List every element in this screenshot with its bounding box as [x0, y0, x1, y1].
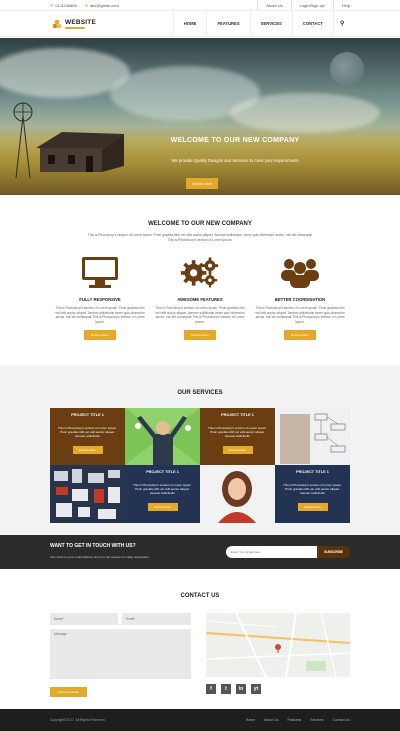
- contact-title: CONTACT US: [180, 593, 220, 599]
- service-tile[interactable]: PROJECT TITLE 1 This is Photoshop's vers…: [125, 465, 200, 523]
- hero-title: WELCOME TO OUR NEW COMPANY: [170, 137, 300, 144]
- footer-link-services[interactable]: Services: [310, 718, 323, 722]
- hero-explore-button[interactable]: Explore More: [186, 178, 218, 189]
- newsletter-bar: WANT TO GET IN TOUCH WITH US? Just send …: [0, 535, 400, 569]
- service-explore-button[interactable]: Explore More: [147, 502, 178, 511]
- site-footer: Copyright©2017. All Rights Reserved. Hom…: [0, 709, 400, 731]
- service-tile-text: This is Photoshop's version of Lorem Ips…: [208, 426, 267, 439]
- service-explore-button[interactable]: Explore More: [222, 445, 253, 454]
- mail-icon: ✉: [84, 2, 89, 8]
- newsletter-subtitle: Just send us your email address and you …: [50, 555, 150, 559]
- facebook-icon[interactable]: f: [206, 684, 216, 694]
- service-tile-text: This is Photoshop's version of Lorem Ips…: [58, 426, 117, 439]
- service-tile-text: This is Photoshop's version of Lorem Ips…: [133, 483, 192, 496]
- login-signup-link[interactable]: Login/Sign Up: [300, 3, 325, 8]
- planet-graphic: [330, 52, 364, 86]
- social-links: f t in yt: [206, 684, 261, 694]
- hero-banner: WELCOME TO OUR NEW COMPANY We provide Qu…: [0, 38, 400, 195]
- logo-text: WEBSITE: [65, 18, 97, 26]
- features-row: FULLY RESPONSIVE This is Photoshop's ver…: [0, 255, 400, 340]
- twitter-icon[interactable]: t: [221, 684, 231, 694]
- footer-link-contact-us[interactable]: Contact Us: [333, 718, 350, 722]
- services-section: OUR SERVICES PROJECT TITLE 1 This is Pho…: [0, 365, 400, 535]
- service-tile-title: PROJECT TITLE 1: [296, 470, 329, 474]
- feature-card: FULLY RESPONSIVE This is Photoshop's ver…: [50, 255, 150, 340]
- nav-features[interactable]: FEATURES: [206, 10, 249, 37]
- send-feedback-button[interactable]: Send Feedback: [50, 687, 87, 697]
- service-tile-title: PROJECT TITLE 1: [221, 413, 254, 417]
- phone-icon: ✆: [50, 2, 54, 8]
- email-link[interactable]: abc@gmail.com: [90, 3, 119, 8]
- service-image-businessman: [125, 408, 200, 465]
- feature-text: This is Photoshop's version of Lorem Ips…: [55, 306, 145, 324]
- team-icon: [280, 255, 320, 289]
- service-explore-button[interactable]: Explore More: [72, 445, 103, 454]
- service-tile-text: This is Photoshop's version of Lorem Ips…: [283, 483, 342, 496]
- feature-text: This is Photoshop's version of Lorem Ips…: [155, 306, 245, 324]
- service-tile-title: PROJECT TITLE 1: [146, 470, 179, 474]
- service-image-flowchart: [275, 408, 350, 465]
- subscribe-button[interactable]: SUBSCRIBE: [317, 546, 350, 558]
- service-tile[interactable]: PROJECT TITLE 1 This is Photoshop's vers…: [275, 465, 350, 523]
- feature-card: BETTER COORDINATION This is Photoshop's …: [250, 255, 350, 340]
- newsletter-title: WANT TO GET IN TOUCH WITH US?: [50, 543, 136, 549]
- name-field[interactable]: [50, 613, 118, 625]
- monitor-icon: [80, 255, 120, 289]
- divider: [257, 0, 259, 10]
- copyright-text: Copyright©2017. All Rights Reserved.: [50, 718, 106, 722]
- site-header: WEBSITE HOME FEATURES SERVICES CONTACT ⚲: [0, 10, 400, 37]
- logo-icon: [52, 19, 62, 28]
- phone-number: 01-4246868: [55, 2, 77, 8]
- top-bar: ✆ 01-4246868 ✉ abc@gmail.com About Us Logi…: [0, 0, 400, 11]
- feature-title: BETTER COORDINATION: [274, 297, 326, 302]
- contact-section: CONTACT US Send Feedback f t in yt: [0, 569, 400, 709]
- gears-icon: [180, 255, 220, 289]
- linkedin-icon[interactable]: in: [236, 684, 246, 694]
- divider: [332, 0, 334, 10]
- feature-card: AWESOME FEATURES This is Photoshop's ver…: [150, 255, 250, 340]
- hero-subtitle: We provide Quality Designs and Services …: [171, 158, 299, 163]
- message-field[interactable]: [50, 629, 191, 679]
- nav-home[interactable]: HOME: [172, 10, 207, 37]
- logo[interactable]: WEBSITE: [52, 19, 96, 29]
- search-icon[interactable]: ⚲: [333, 10, 350, 37]
- logo-swoosh: [65, 26, 85, 29]
- nav-services[interactable]: SERVICES: [249, 10, 292, 37]
- service-tile[interactable]: PROJECT TITLE 1 This is Photoshop's vers…: [50, 408, 125, 465]
- feature-title: AWESOME FEATURES: [177, 297, 223, 302]
- email-info[interactable]: ✉ abc@gmail.com: [85, 3, 119, 8]
- youtube-icon[interactable]: yt: [251, 684, 261, 694]
- help-link[interactable]: Help: [342, 3, 350, 8]
- footer-link-features[interactable]: Features: [287, 718, 301, 722]
- feature-title: FULLY RESPONSIVE: [79, 297, 121, 302]
- welcome-title: WELCOME TO OUR NEW COMPANY: [148, 221, 252, 227]
- newsletter-email-input[interactable]: [226, 546, 318, 558]
- feature-explore-button[interactable]: Explore More: [184, 330, 216, 340]
- footer-nav: Home About Us Features Services Contact …: [246, 718, 350, 722]
- welcome-section: WELCOME TO OUR NEW COMPANY This is Photo…: [0, 195, 400, 365]
- footer-link-about-us[interactable]: About Us: [264, 718, 278, 722]
- phone-info: ✆ 01-4246868: [50, 3, 77, 8]
- services-grid: PROJECT TITLE 1 This is Photoshop's vers…: [50, 408, 350, 523]
- about-us-link[interactable]: About Us: [266, 3, 282, 8]
- footer-link-home[interactable]: Home: [246, 718, 255, 722]
- feature-text: This is Photoshop's version of Lorem Ips…: [255, 306, 345, 324]
- service-image-stationery: [50, 465, 125, 523]
- nav-contact[interactable]: CONTACT: [291, 10, 333, 37]
- cloud-shape: [230, 93, 380, 133]
- main-nav: HOME FEATURES SERVICES CONTACT ⚲: [172, 10, 350, 37]
- service-image-woman: [200, 465, 275, 523]
- email-field[interactable]: [122, 613, 191, 625]
- welcome-text: This is Photoshop's version of Lorem Ips…: [87, 233, 313, 242]
- location-map[interactable]: [206, 613, 350, 677]
- services-title: OUR SERVICES: [177, 390, 223, 396]
- service-explore-button[interactable]: Explore More: [297, 502, 328, 511]
- divider: [290, 0, 292, 10]
- feature-explore-button[interactable]: Explore More: [84, 330, 116, 340]
- service-tile-title: PROJECT TITLE 1: [71, 413, 104, 417]
- service-tile[interactable]: PROJECT TITLE 1 This is Photoshop's vers…: [200, 408, 275, 465]
- feature-explore-button[interactable]: Explore More: [284, 330, 316, 340]
